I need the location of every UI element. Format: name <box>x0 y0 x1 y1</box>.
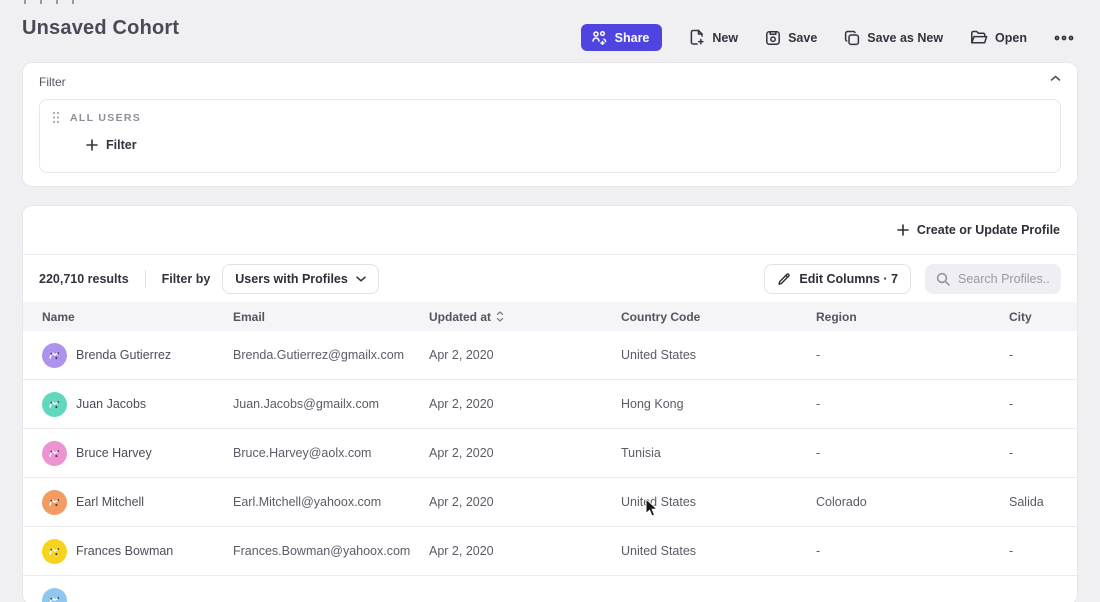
profile-region: - <box>816 348 1009 362</box>
profile-email: Juan.Jacobs@gmailx.com <box>233 397 429 411</box>
edit-columns-button[interactable]: Edit Columns · 7 <box>764 264 911 294</box>
share-button-label: Share <box>615 31 650 45</box>
search-profiles-input[interactable] <box>958 272 1050 286</box>
profile-email: Bruce.Harvey@aolx.com <box>233 446 429 460</box>
filter-by-label: Filter by <box>162 272 211 286</box>
create-or-update-profile-button[interactable]: Create or Update Profile <box>897 223 1060 237</box>
avatar <box>42 588 67 602</box>
search-profiles-box <box>925 264 1061 294</box>
table-header-row: Name Email Updated at Country Code Regio… <box>23 302 1077 331</box>
table-row[interactable]: Bruce Harvey Bruce.Harvey@aolx.com Apr 2… <box>23 429 1077 478</box>
profile-type-dropdown[interactable]: Users with Profiles <box>222 264 379 294</box>
pencil-icon <box>777 272 791 286</box>
avatar <box>42 441 67 466</box>
chevron-down-icon <box>356 276 366 282</box>
profile-email: Frances.Bowman@yahoox.com <box>233 544 429 558</box>
save-button[interactable]: Save <box>765 30 817 46</box>
share-button[interactable]: Share <box>581 24 663 51</box>
column-header-city[interactable]: City <box>1009 310 1077 324</box>
avatar <box>42 539 67 564</box>
profile-country-code: Tunisia <box>621 446 816 460</box>
more-dots-icon <box>1054 35 1074 41</box>
profile-email: Earl.Mitchell@yahoox.com <box>233 495 429 509</box>
all-users-label: ALL USERS <box>70 112 141 124</box>
edit-columns-label: Edit Columns · 7 <box>799 272 898 286</box>
copy-icon <box>844 30 860 46</box>
profile-updated-at: Apr 2, 2020 <box>429 446 621 460</box>
avatar <box>42 392 67 417</box>
save-as-new-button-label: Save as New <box>867 31 943 45</box>
table-row[interactable]: Earl Mitchell Earl.Mitchell@yahoox.com A… <box>23 478 1077 527</box>
profile-name: Earl Mitchell <box>76 495 144 509</box>
new-button-label: New <box>712 31 738 45</box>
profile-country-code: United States <box>621 348 816 362</box>
add-filter-button[interactable]: Filter <box>86 138 137 152</box>
profile-region: - <box>816 544 1009 558</box>
column-header-region[interactable]: Region <box>816 310 1009 324</box>
save-button-label: Save <box>788 31 817 45</box>
profile-region: Colorado <box>816 495 1009 509</box>
chevron-up-icon <box>1050 75 1061 82</box>
create-or-update-profile-label: Create or Update Profile <box>917 223 1060 237</box>
table-controls: 220,710 results Filter by Users with Pro… <box>23 254 1077 302</box>
save-as-new-button[interactable]: Save as New <box>844 30 943 46</box>
table-row[interactable]: Brenda Gutierrez Brenda.Gutierrez@gmailx… <box>23 331 1077 380</box>
save-icon <box>765 30 781 46</box>
profile-country-code: United States <box>621 544 816 558</box>
profile-updated-at: Apr 2, 2020 <box>429 544 621 558</box>
folder-open-icon <box>970 30 988 45</box>
profile-name: Brenda Gutierrez <box>76 348 171 362</box>
profiles-panel: Create or Update Profile 220,710 results… <box>22 205 1078 602</box>
new-button[interactable]: New <box>689 29 738 46</box>
column-header-name[interactable]: Name <box>42 310 233 324</box>
profile-email: Brenda.Gutierrez@gmailx.com <box>233 348 429 362</box>
more-options-button[interactable] <box>1054 35 1074 41</box>
column-header-country-code[interactable]: Country Code <box>621 310 816 324</box>
profile-region: - <box>816 397 1009 411</box>
filter-group: ALL USERS Filter <box>39 99 1061 173</box>
sort-icon <box>496 311 504 322</box>
add-filter-label: Filter <box>106 138 137 152</box>
profile-city: Salida <box>1009 495 1077 509</box>
table-body: Brenda Gutierrez Brenda.Gutierrez@gmailx… <box>23 331 1077 602</box>
profile-updated-at: Apr 2, 2020 <box>429 397 621 411</box>
table-row[interactable] <box>23 576 1077 602</box>
profile-country-code: Hong Kong <box>621 397 816 411</box>
profile-city: - <box>1009 446 1077 460</box>
avatar <box>42 490 67 515</box>
results-count: 220,710 results <box>39 272 129 286</box>
profile-city: - <box>1009 348 1077 362</box>
column-header-updated-at[interactable]: Updated at <box>429 310 621 324</box>
file-plus-icon <box>689 29 705 46</box>
search-icon <box>936 272 950 286</box>
table-row[interactable]: Frances Bowman Frances.Bowman@yahoox.com… <box>23 527 1077 576</box>
column-header-email[interactable]: Email <box>233 310 429 324</box>
profile-country-code: United States <box>621 495 816 509</box>
filter-panel-title: Filter <box>39 75 1061 89</box>
profile-updated-at: Apr 2, 2020 <box>429 495 621 509</box>
profile-name: Bruce Harvey <box>76 446 152 460</box>
avatar <box>42 343 67 368</box>
profile-updated-at: Apr 2, 2020 <box>429 348 621 362</box>
profile-city: - <box>1009 397 1077 411</box>
collapse-filter-button[interactable] <box>1050 75 1061 82</box>
profile-city: - <box>1009 544 1077 558</box>
profile-name: Frances Bowman <box>76 544 173 558</box>
divider <box>145 270 146 288</box>
drag-handle-icon[interactable] <box>52 111 60 124</box>
profile-region: - <box>816 446 1009 460</box>
profile-type-value: Users with Profiles <box>235 272 348 286</box>
plus-icon <box>86 139 98 151</box>
filter-panel: Filter ALL USERS Filter <box>22 62 1078 187</box>
toolbar: Share New Save <box>581 24 1074 51</box>
open-button[interactable]: Open <box>970 30 1027 45</box>
share-users-icon <box>591 30 608 45</box>
profile-name: Juan Jacobs <box>76 397 146 411</box>
table-row[interactable]: Juan Jacobs Juan.Jacobs@gmailx.com Apr 2… <box>23 380 1077 429</box>
page-header: Unsaved Cohort Share New <box>0 0 1100 62</box>
plus-icon <box>897 224 909 236</box>
open-button-label: Open <box>995 31 1027 45</box>
